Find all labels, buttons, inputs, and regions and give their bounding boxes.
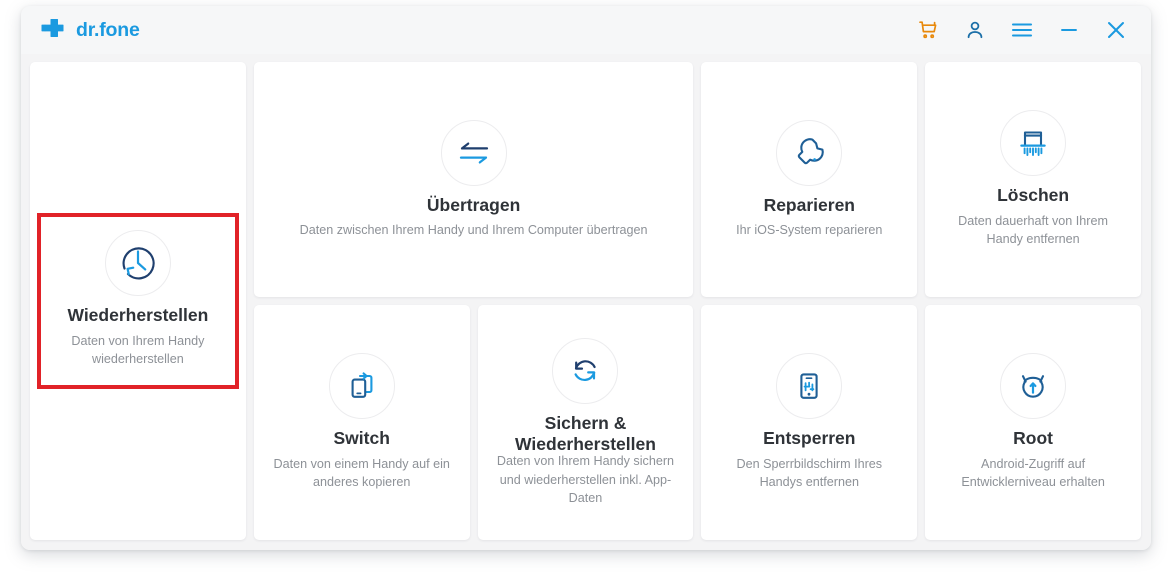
card-title: Löschen (997, 185, 1070, 206)
feature-grid: Wiederherstellen Daten von Ihrem Handy w… (21, 54, 1151, 550)
card-description: Daten von einem Handy auf ein anderes ko… (273, 457, 450, 490)
window-actions (915, 17, 1129, 43)
card-title: Root (1013, 428, 1054, 449)
sync-circle-icon (552, 337, 619, 404)
card-description: Daten von Ihrem Handy wiederherstellen (71, 334, 205, 367)
shredder-icon (1000, 110, 1067, 177)
card-uebertragen[interactable]: Übertragen Daten zwischen Ihrem Handy un… (253, 62, 694, 297)
card-description: Den Sperrbildschirm Ihres Handys entfern… (736, 457, 883, 490)
brand-name: dr.fone (76, 18, 140, 41)
clock-restore-icon (104, 230, 171, 297)
card-description: Ihr iOS-System reparieren (736, 223, 883, 238)
transfer-arrows-icon (440, 119, 507, 186)
phone-switch-icon (328, 353, 395, 420)
card-root[interactable]: Root Android-Zugriff auf Entwicklernivea… (925, 305, 1141, 540)
close-icon[interactable] (1103, 17, 1129, 43)
card-sichern-wiederherstellen[interactable]: Sichern & Wiederherstellen Daten von Ihr… (477, 305, 694, 540)
card-description: Daten dauerhaft von Ihrem Handy entferne… (958, 214, 1108, 247)
cart-icon[interactable] (915, 17, 941, 43)
account-icon[interactable] (962, 17, 988, 43)
card-wiederherstellen[interactable]: Wiederherstellen Daten von Ihrem Handy w… (30, 62, 246, 540)
card-title: Sichern & Wiederherstellen (515, 412, 656, 454)
card-title: Übertragen (426, 194, 521, 215)
dr-fone-window: dr.fone Wiederherstellen Daten von Ihrem… (21, 6, 1151, 550)
card-description: Daten zwischen Ihrem Handy und Ihrem Com… (299, 223, 648, 238)
card-loeschen[interactable]: Löschen Daten dauerhaft von Ihrem Handy … (925, 62, 1141, 297)
card-description: Daten von Ihrem Handy sichern und wieder… (496, 454, 675, 505)
phone-unlock-icon (776, 353, 843, 420)
card-entsperren[interactable]: Entsperren Den Sperrbildschirm Ihres Han… (701, 305, 918, 540)
menu-icon[interactable] (1009, 17, 1035, 43)
card-switch[interactable]: Switch Daten von einem Handy auf ein and… (253, 305, 470, 540)
minimize-icon[interactable] (1056, 17, 1082, 43)
android-root-icon (1000, 353, 1067, 420)
plus-cross-logo-icon (41, 16, 67, 45)
title-bar: dr.fone (21, 6, 1151, 54)
wrench-icon (776, 119, 843, 186)
card-title: Switch (333, 428, 390, 449)
card-reparieren[interactable]: Reparieren Ihr iOS-System reparieren (701, 62, 918, 297)
card-title: Entsperren (763, 428, 856, 449)
card-title: Reparieren (763, 194, 855, 215)
card-description: Android-Zugriff auf Entwicklerniveau erh… (961, 457, 1105, 490)
card-title: Wiederherstellen (67, 305, 209, 326)
app-page: dr.fone Wiederherstellen Daten von Ihrem… (0, 0, 1170, 580)
brand: dr.fone (41, 16, 140, 45)
